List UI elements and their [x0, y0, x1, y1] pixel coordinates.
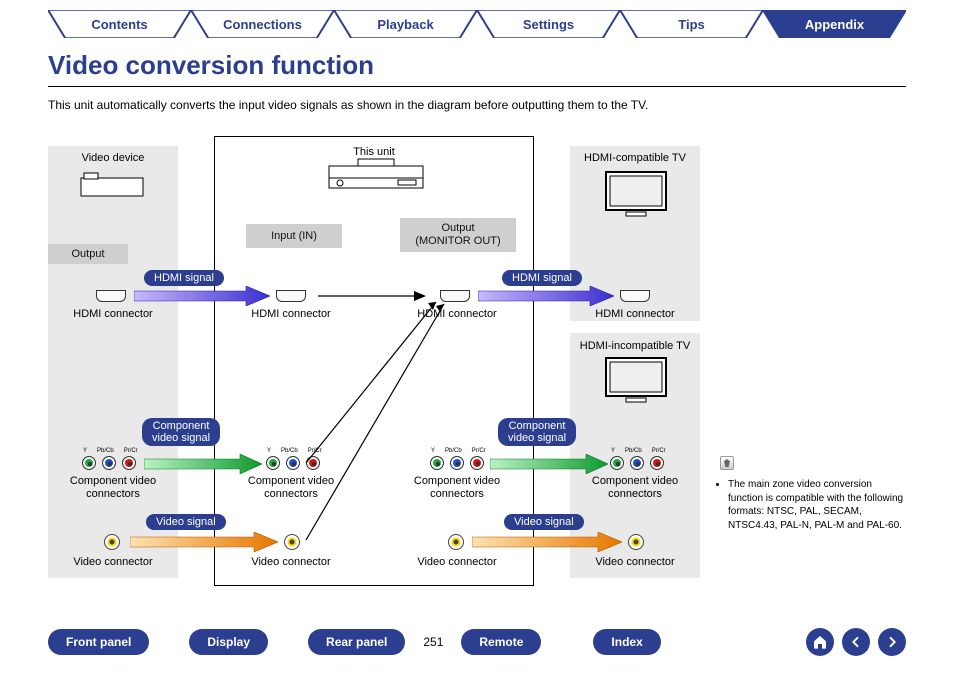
component-connectors-device	[82, 456, 136, 470]
this-unit-icon	[328, 158, 424, 197]
hdmi-tv-icon	[604, 170, 668, 225]
tab-playback[interactable]: Playback	[334, 10, 477, 38]
label-hdmi-tv: HDMI-compatible TV	[570, 152, 700, 164]
index-button[interactable]: Index	[593, 629, 660, 655]
arrow-component-left	[144, 454, 262, 474]
rear-panel-button[interactable]: Rear panel	[308, 629, 405, 655]
bottom-nav: Front panel Display Rear panel 251 Remot…	[48, 626, 906, 658]
tab-connections[interactable]: Connections	[191, 10, 334, 38]
label-video-conn-2: Video connector	[226, 556, 356, 568]
tab-appendix[interactable]: Appendix	[763, 10, 906, 38]
top-tabs: Contents Connections Playback Settings T…	[48, 10, 906, 38]
component-pin-labels-1: YPb/CbPr/Cr	[83, 448, 138, 454]
tab-tips[interactable]: Tips	[620, 10, 763, 38]
arrow-hdmi-left	[134, 286, 270, 306]
tab-contents[interactable]: Contents	[48, 10, 191, 38]
tab-connections-label: Connections	[223, 17, 302, 32]
tab-appendix-label: Appendix	[805, 17, 864, 32]
tab-tips-label: Tips	[678, 17, 705, 32]
video-device-icon	[80, 172, 146, 207]
badge-hdmi-signal-left: HDMI signal	[144, 270, 224, 286]
title-rule	[48, 86, 906, 87]
home-button[interactable]	[806, 628, 834, 656]
label-hdmi-conn-1: HDMI connector	[48, 308, 178, 320]
arrow-component-right	[490, 454, 608, 474]
badge-component-signal-left: Component video signal	[142, 418, 220, 446]
label-video-conn-3: Video connector	[392, 556, 522, 568]
label-input-in: Input (IN)	[246, 224, 342, 248]
diagram: Video device This unit HDMI-compatible T…	[48, 128, 906, 588]
badge-video-signal-left: Video signal	[146, 514, 226, 530]
label-video-conn-4: Video connector	[570, 556, 700, 568]
arrow-right-icon	[884, 634, 900, 650]
next-page-button[interactable]	[878, 628, 906, 656]
label-device-output: Output	[48, 244, 128, 264]
tab-playback-label: Playback	[377, 17, 433, 32]
badge-component-signal-right: Component video signal	[498, 418, 576, 446]
arrow-video-right	[472, 532, 622, 552]
tab-contents-label: Contents	[91, 17, 147, 32]
page-number: 251	[405, 635, 461, 649]
nonhdmi-tv-icon	[604, 356, 668, 411]
intro-text: This unit automatically converts the inp…	[48, 98, 648, 112]
tab-settings[interactable]: Settings	[477, 10, 620, 38]
badge-video-signal-right: Video signal	[504, 514, 584, 530]
arrow-hdmi-right	[478, 286, 614, 306]
arrow-left-icon	[848, 634, 864, 650]
label-hdmi-conn-4: HDMI connector	[570, 308, 700, 320]
prev-page-button[interactable]	[842, 628, 870, 656]
arrow-video-left	[130, 532, 278, 552]
hdmi-connector-device	[96, 290, 126, 302]
label-nonhdmi-tv: HDMI-incompatible TV	[570, 340, 700, 352]
component-pin-labels-4: YPb/CbPr/Cr	[611, 448, 666, 454]
conversion-arrows	[302, 290, 462, 550]
label-video-conn-1: Video connector	[48, 556, 178, 568]
label-monitor-out: Output (MONITOR OUT)	[400, 218, 516, 252]
video-connector-device	[104, 534, 120, 550]
label-comp-conn-1: Component video connectors	[48, 475, 178, 501]
component-connectors-tv	[610, 456, 664, 470]
home-icon	[812, 634, 828, 650]
note-text: The main zone video conversion function …	[714, 478, 904, 532]
video-connector-tv	[628, 534, 644, 550]
video-connector-in	[284, 534, 300, 550]
remote-button[interactable]: Remote	[461, 629, 541, 655]
page-title: Video conversion function	[48, 50, 374, 81]
hdmi-connector-tv	[620, 290, 650, 302]
tab-settings-label: Settings	[523, 17, 574, 32]
label-video-device: Video device	[48, 152, 178, 164]
badge-hdmi-signal-right: HDMI signal	[502, 270, 582, 286]
pencil-icon	[720, 456, 734, 470]
front-panel-button[interactable]: Front panel	[48, 629, 149, 655]
note-bullet: The main zone video conversion function …	[728, 478, 904, 532]
label-this-unit: This unit	[214, 146, 534, 158]
label-comp-conn-4: Component video connectors	[570, 475, 700, 501]
display-button[interactable]: Display	[189, 629, 268, 655]
